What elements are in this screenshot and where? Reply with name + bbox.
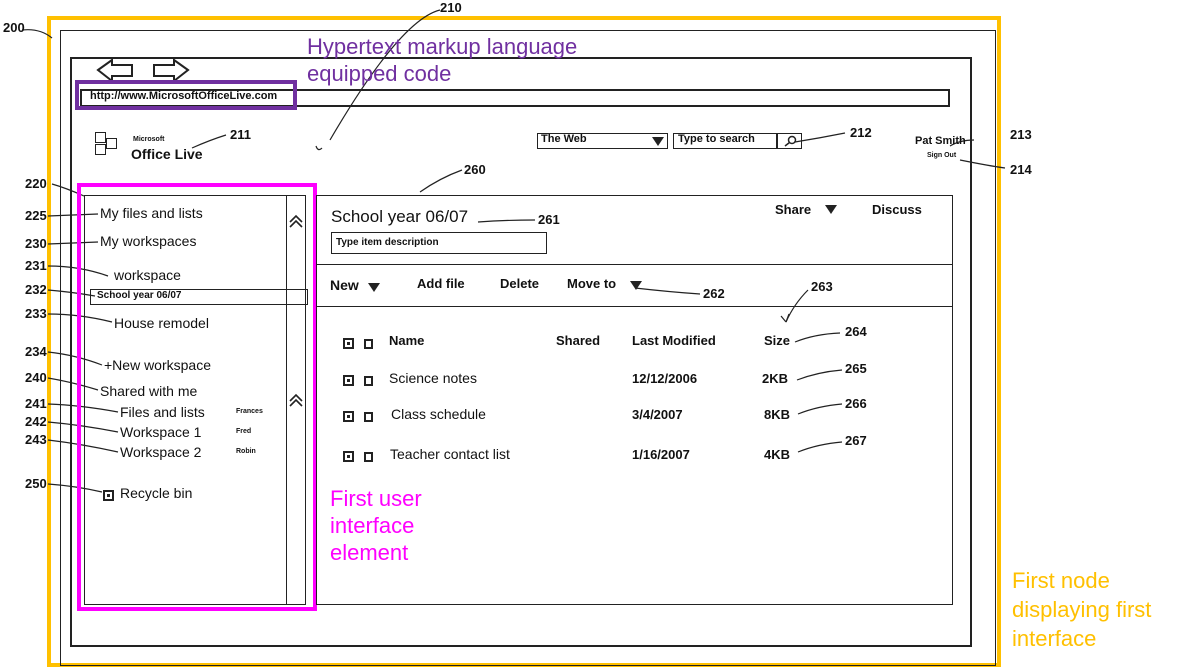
discuss-button[interactable]: Discuss <box>872 202 922 217</box>
annotation-html-code: Hypertext markup language equipped code <box>307 34 578 86</box>
add-file-button[interactable]: Add file <box>417 276 465 291</box>
row-checkbox[interactable] <box>364 409 373 427</box>
ref-225: 225 <box>25 208 47 223</box>
user-name: Pat Smith <box>915 135 966 147</box>
row-size: 2KB <box>762 371 789 386</box>
sign-out-link[interactable]: Sign Out <box>927 152 956 159</box>
col-last-modified[interactable]: Last Modified <box>632 333 716 348</box>
select-all-icon[interactable] <box>343 336 354 354</box>
ref-240: 240 <box>25 370 47 385</box>
annotation-first-ui-element: First user interface element <box>330 486 422 565</box>
new-button[interactable]: New <box>330 277 359 293</box>
move-to-dropdown-icon[interactable] <box>630 281 642 291</box>
ref-242: 242 <box>25 414 47 429</box>
row-size: 8KB <box>764 407 791 422</box>
dropdown-arrow-icon <box>652 137 664 146</box>
sidebar-my-workspaces[interactable]: My workspaces <box>100 233 196 249</box>
url-text[interactable]: http://www.MicrosoftOfficeLive.com <box>90 90 277 102</box>
sidebar-shared-owner: Frances <box>236 408 263 415</box>
ref-212: 212 <box>850 125 872 140</box>
ref-230: 230 <box>25 236 47 251</box>
ref-213: 213 <box>1010 127 1032 142</box>
col-size[interactable]: Size <box>764 333 790 348</box>
ref-264: 264 <box>845 324 867 339</box>
checkbox[interactable] <box>364 336 373 354</box>
logo-microsoft: Microsoft <box>133 136 165 143</box>
sidebar-new-workspace[interactable]: +New workspace <box>104 357 211 373</box>
sidebar-shared-item[interactable]: Workspace 2 <box>120 444 201 460</box>
row-name[interactable]: Class schedule <box>391 406 486 422</box>
sidebar-house-remodel[interactable]: House remodel <box>114 315 209 331</box>
forward-arrow-icon <box>153 58 190 84</box>
file-type-icon <box>343 449 354 467</box>
row-size: 4KB <box>764 447 791 462</box>
sidebar-shared-with-me[interactable]: Shared with me <box>100 383 197 399</box>
sidebar-selected-label: School year 06/07 <box>97 290 182 301</box>
search-scope-label: The Web <box>541 133 587 145</box>
row-checkbox[interactable] <box>364 373 373 391</box>
ref-211: 211 <box>230 127 251 142</box>
ref-250: 250 <box>25 476 47 491</box>
search-icon <box>784 135 797 147</box>
ref-263: 263 <box>811 279 833 294</box>
ref-262: 262 <box>703 286 725 301</box>
sidebar-shared-owner: Fred <box>236 428 252 435</box>
annotation-first-node: First node displaying first interface <box>1012 568 1152 651</box>
share-button[interactable]: Share <box>775 202 811 217</box>
sidebar-shared-item[interactable]: Workspace 1 <box>120 424 201 440</box>
ref-266: 266 <box>845 396 867 411</box>
new-dropdown-icon[interactable] <box>368 283 380 293</box>
row-name[interactable]: Science notes <box>389 370 477 386</box>
toolbar-bottom-divider <box>316 306 953 307</box>
sidebar-workspace[interactable]: workspace <box>114 267 181 283</box>
recycle-bin-icon <box>103 488 114 506</box>
office-live-logo-icon <box>95 132 117 156</box>
logo-office-live: Office Live <box>131 146 203 162</box>
row-checkbox[interactable] <box>364 449 373 467</box>
ref-233: 233 <box>25 306 47 321</box>
sidebar-shared-item[interactable]: Files and lists <box>120 404 205 420</box>
ref-241: 241 <box>25 396 47 411</box>
sidebar-shared-owner: Robin <box>236 448 256 455</box>
move-to-button[interactable]: Move to <box>567 276 616 291</box>
ref-200: 200 <box>3 20 25 35</box>
ref-234: 234 <box>25 344 47 359</box>
sidebar-my-files[interactable]: My files and lists <box>100 205 203 221</box>
share-dropdown-icon[interactable] <box>825 205 837 215</box>
ref-260: 260 <box>464 162 486 177</box>
row-modified: 3/4/2007 <box>632 407 683 422</box>
delete-button[interactable]: Delete <box>500 276 539 291</box>
ref-220: 220 <box>25 176 47 191</box>
ref-243: 243 <box>25 432 47 447</box>
ref-267: 267 <box>845 433 867 448</box>
ref-214: 214 <box>1010 162 1032 177</box>
row-modified: 12/12/2006 <box>632 371 698 386</box>
col-name[interactable]: Name <box>389 333 424 348</box>
main-title: School year 06/07 <box>331 207 469 226</box>
sidebar-recycle-bin[interactable]: Recycle bin <box>120 485 192 501</box>
file-type-icon <box>343 409 354 427</box>
back-arrow-icon <box>96 58 133 84</box>
row-name[interactable]: Teacher contact list <box>390 446 510 462</box>
toolbar-top-divider <box>316 264 953 265</box>
ref-210: 210 <box>440 0 462 15</box>
ref-232: 232 <box>25 282 47 297</box>
col-shared[interactable]: Shared <box>556 333 600 348</box>
row-modified: 1/16/2007 <box>632 447 690 462</box>
ref-265: 265 <box>845 361 867 376</box>
description-placeholder: Type item description <box>336 237 439 248</box>
search-placeholder: Type to search <box>678 133 755 145</box>
ref-231: 231 <box>25 258 47 273</box>
file-type-icon <box>343 373 354 391</box>
ref-261: 261 <box>538 212 560 227</box>
